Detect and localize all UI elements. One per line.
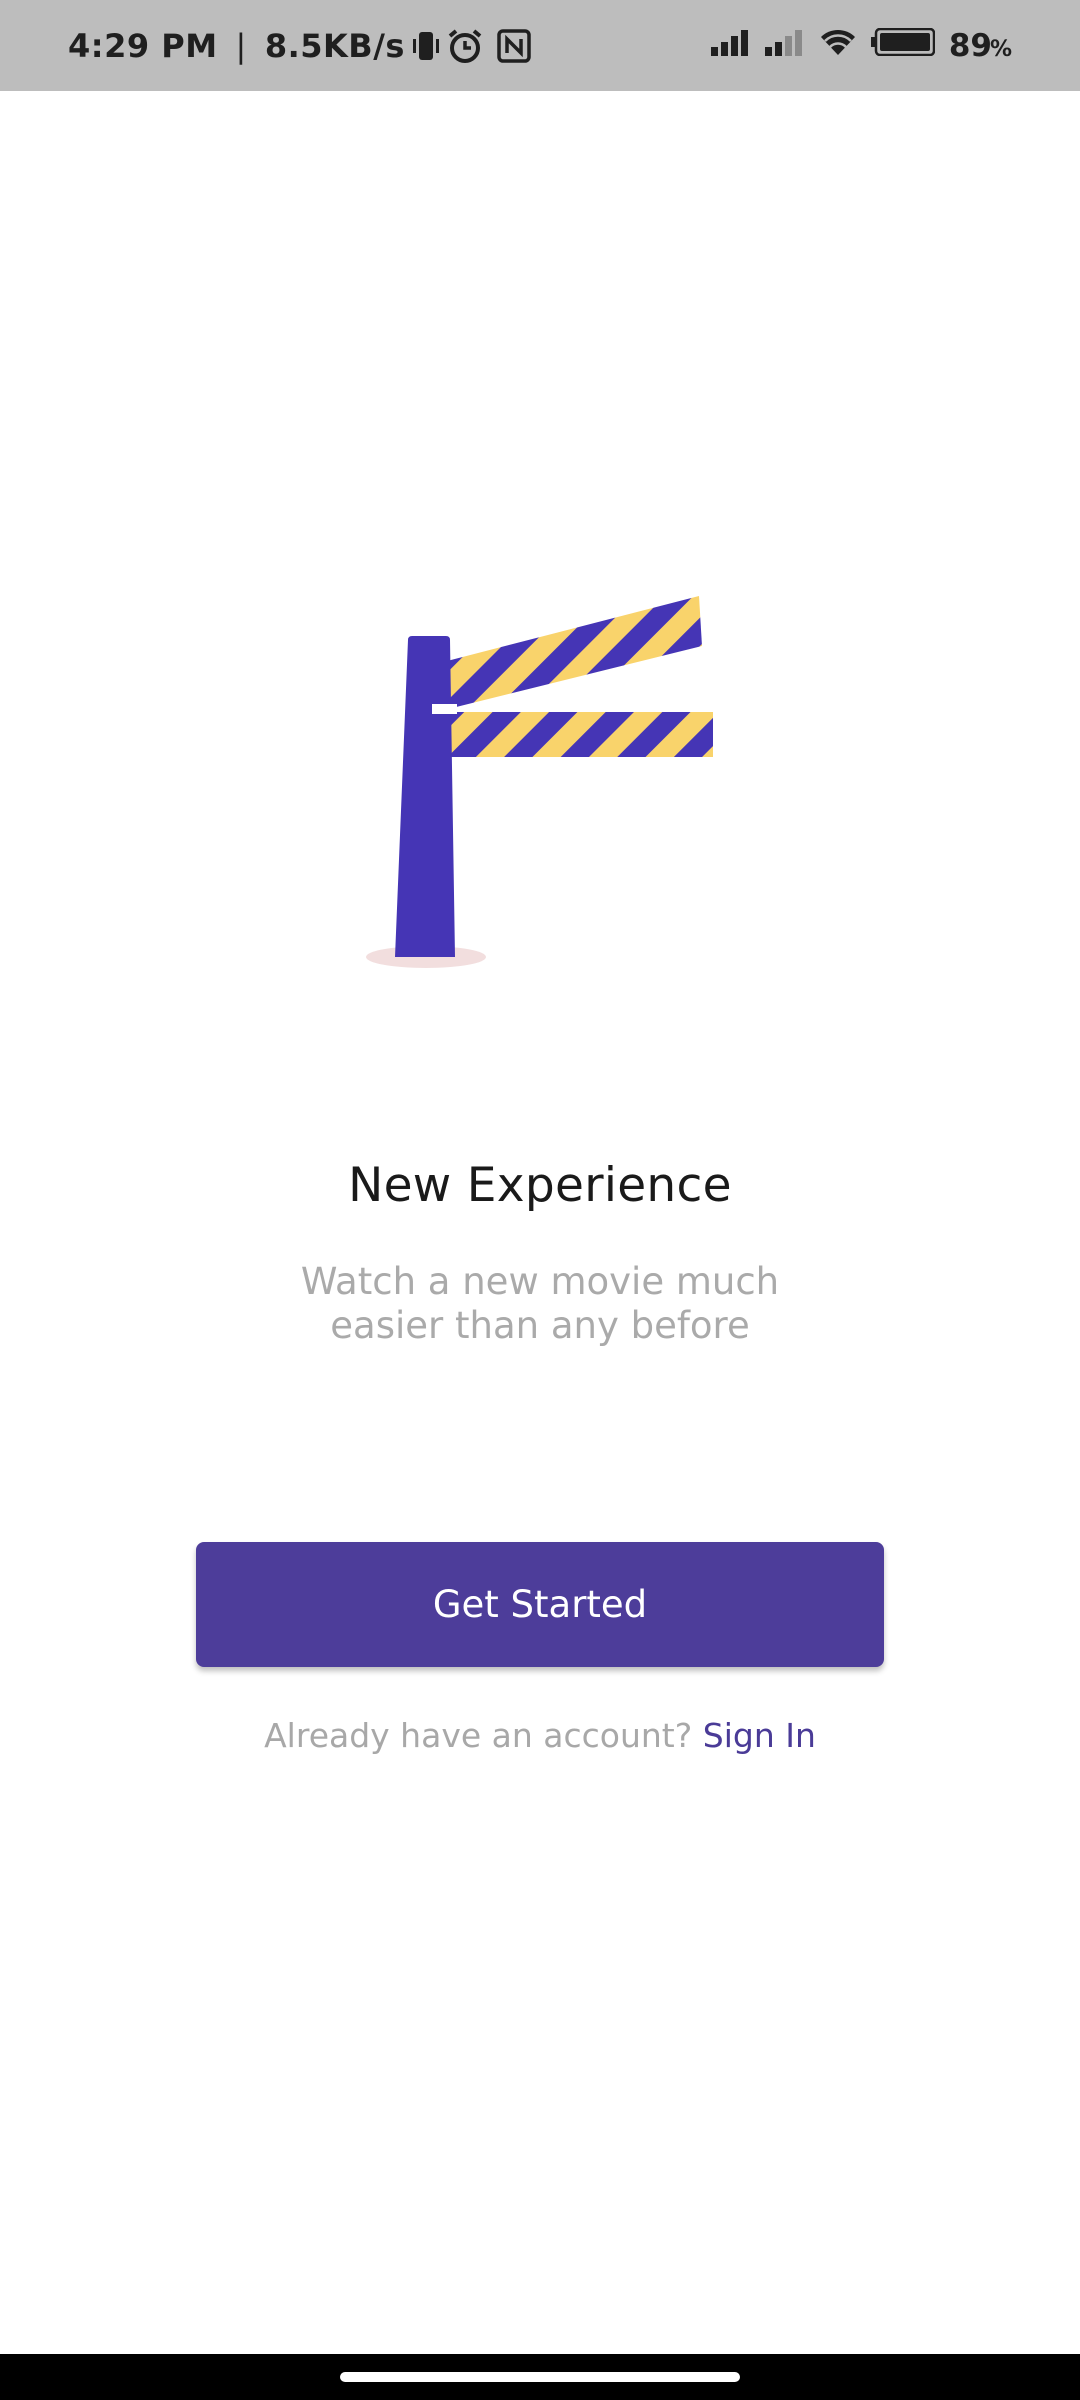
sign-in-link[interactable]: Sign In <box>703 1716 816 1755</box>
home-indicator[interactable] <box>340 2372 740 2382</box>
barrier-gate-illustration <box>360 590 720 970</box>
status-bar-left: 4:29 PM | 8.5KB/s <box>68 0 531 91</box>
vibrate-icon <box>412 29 439 63</box>
onboarding-subtitle: Watch a new movie much easier than any b… <box>300 1260 780 1347</box>
battery-level: 89% <box>948 27 1012 64</box>
network-speed: 8.5KB/s <box>264 26 405 65</box>
signal-weak-icon <box>764 28 805 64</box>
wifi-icon <box>819 28 857 64</box>
get-started-button[interactable]: Get Started <box>196 1542 884 1667</box>
signal-icon <box>710 28 751 64</box>
clock: 4:29 PM <box>68 26 218 65</box>
nfc-icon <box>497 28 531 63</box>
battery-icon <box>870 27 936 64</box>
onboarding-title: New Experience <box>348 1158 732 1213</box>
status-bar: 4:29 PM | 8.5KB/s 89% <box>0 0 1080 91</box>
battery-percent-sign: % <box>989 36 1012 62</box>
navigation-bar <box>0 2354 1080 2400</box>
status-separator: | <box>235 26 247 65</box>
alarm-icon <box>447 28 483 64</box>
status-bar-right: 89% <box>710 0 1012 91</box>
sign-in-row: Already have an account? Sign In <box>0 1716 1080 1755</box>
account-prompt: Already have an account? <box>264 1716 703 1755</box>
